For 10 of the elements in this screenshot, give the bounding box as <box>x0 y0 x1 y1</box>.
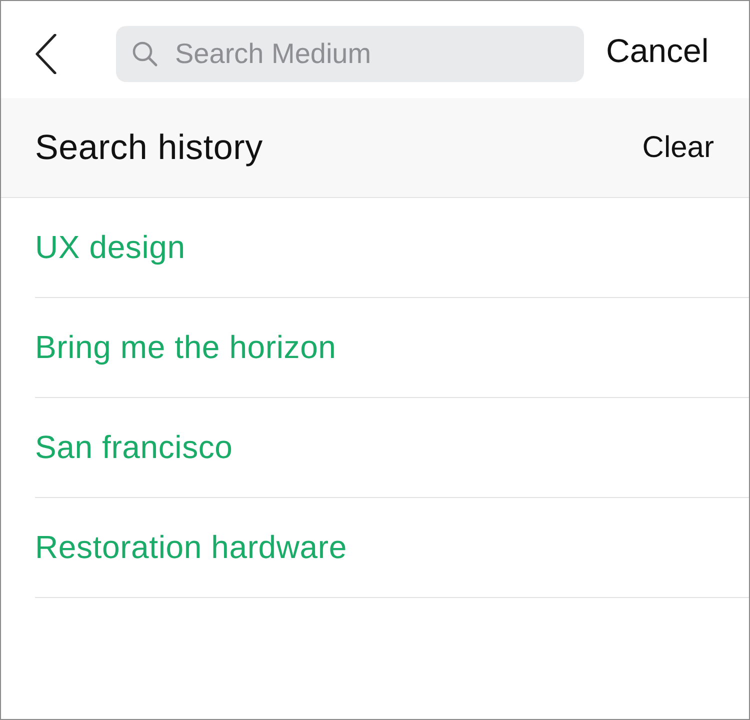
search-field[interactable]: Search Medium <box>116 26 584 82</box>
search-icon <box>132 41 158 67</box>
clear-button[interactable]: Clear <box>642 130 714 164</box>
history-item[interactable]: Bring me the horizon <box>35 329 336 366</box>
section-title: Search history <box>35 128 263 168</box>
history-item[interactable]: UX design <box>35 229 186 266</box>
history-item[interactable]: Restoration hardware <box>35 529 347 566</box>
back-icon[interactable] <box>35 34 57 74</box>
history-item[interactable]: San francisco <box>35 429 233 466</box>
cancel-button[interactable]: Cancel <box>606 32 709 70</box>
